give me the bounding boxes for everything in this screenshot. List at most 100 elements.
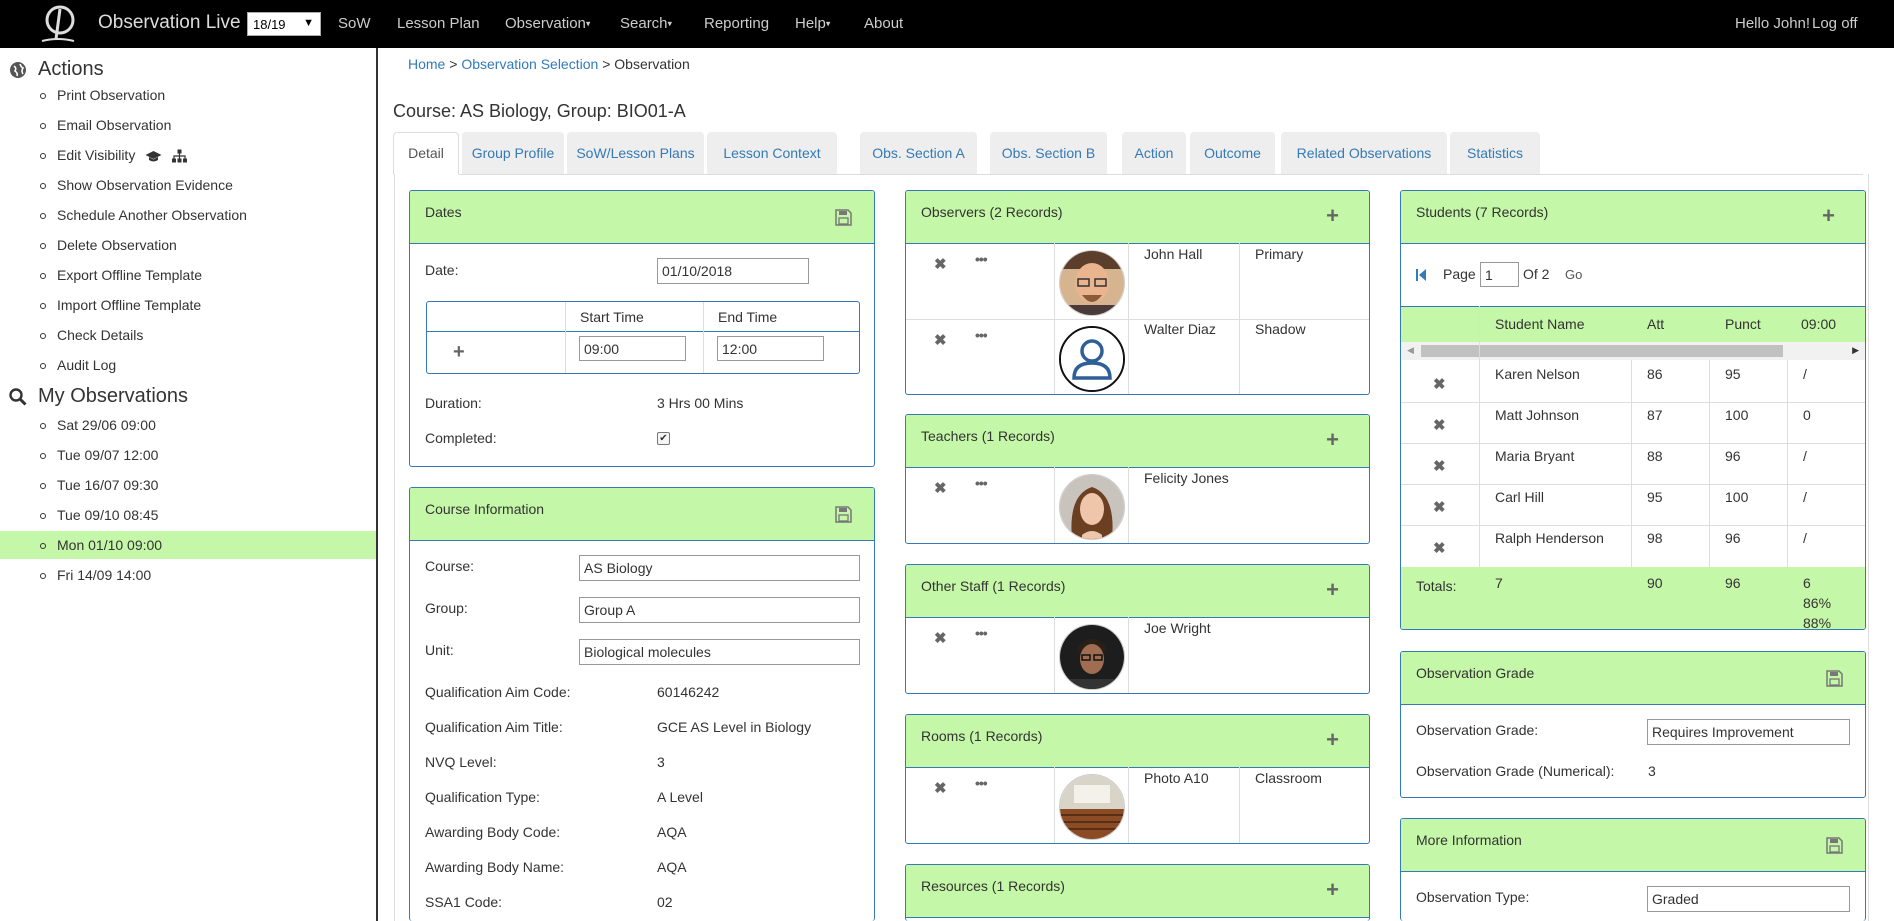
- page-number-input[interactable]: [1480, 262, 1519, 287]
- column-punct[interactable]: Punct: [1725, 316, 1761, 332]
- academic-year-select[interactable]: 18/19 ▼: [247, 12, 321, 36]
- nav-about[interactable]: About: [864, 15, 903, 32]
- student-register-mark[interactable]: 0: [1803, 407, 1811, 423]
- add-student-icon[interactable]: +: [1822, 205, 1835, 227]
- remove-student-icon[interactable]: ✖: [1433, 375, 1446, 393]
- observation-link[interactable]: Tue 09/07 12:00: [0, 441, 376, 469]
- student-name[interactable]: Ralph Henderson: [1495, 530, 1604, 546]
- breadcrumb-observation-selection[interactable]: Observation Selection: [461, 56, 598, 72]
- remove-student-icon[interactable]: ✖: [1433, 498, 1446, 516]
- observation-link-active[interactable]: Mon 01/10 09:00: [0, 531, 376, 559]
- student-att: 95: [1647, 489, 1663, 505]
- action-schedule-another[interactable]: Schedule Another Observation: [0, 201, 376, 229]
- nav-observation-dropdown[interactable]: Observation▾: [505, 15, 590, 32]
- dates-panel: Dates Date: Start Time End Time + Durati…: [409, 190, 875, 467]
- scrollbar-thumb[interactable]: [1421, 345, 1783, 357]
- scroll-right-icon[interactable]: ▶: [1852, 345, 1859, 356]
- go-button[interactable]: Go: [1565, 267, 1582, 282]
- nav-search-dropdown[interactable]: Search▾: [620, 15, 672, 32]
- save-icon[interactable]: [1826, 670, 1843, 687]
- action-import-offline-template[interactable]: Import Offline Template: [0, 291, 376, 319]
- tab-related-observations[interactable]: Related Observations: [1281, 132, 1447, 174]
- unit-input[interactable]: [579, 639, 860, 665]
- logoff-link[interactable]: Log off: [1812, 15, 1858, 32]
- action-export-offline-template[interactable]: Export Offline Template: [0, 261, 376, 289]
- student-register-mark[interactable]: /: [1803, 448, 1807, 464]
- student-register-mark[interactable]: /: [1803, 366, 1807, 382]
- tab-sow-lesson-plans[interactable]: SoW/Lesson Plans: [567, 132, 704, 174]
- app-logo-icon[interactable]: [38, 3, 78, 45]
- tab-statistics[interactable]: Statistics: [1450, 132, 1540, 174]
- action-delete-observation[interactable]: Delete Observation: [0, 231, 376, 259]
- save-icon[interactable]: [835, 506, 852, 523]
- action-email-observation[interactable]: Email Observation: [0, 111, 376, 139]
- start-time-input[interactable]: [579, 336, 686, 361]
- more-options-icon[interactable]: •••: [975, 625, 988, 641]
- observation-link[interactable]: Tue 09/10 08:45: [0, 501, 376, 529]
- column-student-name[interactable]: Student Name: [1495, 316, 1585, 332]
- add-staff-icon[interactable]: +: [1326, 579, 1339, 601]
- add-observer-icon[interactable]: +: [1326, 205, 1339, 227]
- remove-student-icon[interactable]: ✖: [1433, 457, 1446, 475]
- remove-student-icon[interactable]: ✖: [1433, 416, 1446, 434]
- course-input[interactable]: [579, 555, 860, 581]
- remove-icon[interactable]: ✖: [934, 629, 947, 647]
- user-greeting[interactable]: Hello John!: [1735, 15, 1810, 32]
- first-page-icon[interactable]: [1416, 269, 1427, 281]
- student-register-mark[interactable]: /: [1803, 489, 1807, 505]
- column-att[interactable]: Att: [1647, 316, 1664, 332]
- student-name[interactable]: Carl Hill: [1495, 489, 1544, 505]
- action-check-details[interactable]: Check Details: [0, 321, 376, 349]
- completed-checkbox[interactable]: ✔: [657, 432, 670, 445]
- nav-help-dropdown[interactable]: Help▾: [795, 15, 830, 32]
- action-edit-visibility[interactable]: Edit Visibility: [0, 141, 376, 169]
- remove-icon[interactable]: ✖: [934, 255, 947, 273]
- tab-obs-section-b[interactable]: Obs. Section B: [990, 132, 1107, 174]
- nav-sow[interactable]: SoW: [338, 15, 371, 32]
- add-room-icon[interactable]: +: [1326, 729, 1339, 751]
- add-resource-icon[interactable]: +: [1326, 879, 1339, 901]
- more-options-icon[interactable]: •••: [975, 251, 988, 267]
- tab-group-profile[interactable]: Group Profile: [462, 132, 564, 174]
- tab-action[interactable]: Action: [1122, 132, 1186, 174]
- remove-icon[interactable]: ✖: [934, 779, 947, 797]
- tab-detail[interactable]: Detail: [393, 132, 459, 175]
- action-audit-log[interactable]: Audit Log: [0, 351, 376, 379]
- student-register-mark[interactable]: /: [1803, 530, 1807, 546]
- tab-obs-section-a[interactable]: Obs. Section A: [860, 132, 977, 174]
- student-name[interactable]: Karen Nelson: [1495, 366, 1580, 382]
- observation-link[interactable]: Fri 14/09 14:00: [0, 561, 376, 589]
- grade-input[interactable]: [1647, 719, 1850, 745]
- end-time-input[interactable]: [717, 336, 824, 361]
- tab-lesson-context[interactable]: Lesson Context: [707, 132, 837, 174]
- remove-icon[interactable]: ✖: [934, 331, 947, 349]
- group-input[interactable]: [579, 597, 860, 623]
- horizontal-scrollbar[interactable]: ◀ ▶: [1401, 342, 1865, 360]
- nav-lesson-plan[interactable]: Lesson Plan: [397, 15, 480, 32]
- more-options-icon[interactable]: •••: [975, 327, 988, 343]
- date-input[interactable]: [657, 258, 809, 284]
- student-name[interactable]: Maria Bryant: [1495, 448, 1574, 464]
- nav-reporting[interactable]: Reporting: [704, 15, 769, 32]
- save-icon[interactable]: [835, 209, 852, 226]
- column-time[interactable]: 09:00: [1801, 316, 1836, 332]
- observation-type-input[interactable]: [1647, 886, 1850, 912]
- action-show-evidence[interactable]: Show Observation Evidence: [0, 171, 376, 199]
- add-time-icon[interactable]: +: [453, 342, 465, 362]
- remove-icon[interactable]: ✖: [934, 479, 947, 497]
- scroll-left-icon[interactable]: ◀: [1407, 345, 1414, 356]
- breadcrumb-home[interactable]: Home: [408, 56, 445, 72]
- graduation-cap-icon[interactable]: [145, 150, 162, 163]
- save-icon[interactable]: [1826, 837, 1843, 854]
- more-options-icon[interactable]: •••: [975, 775, 988, 791]
- student-name[interactable]: Matt Johnson: [1495, 407, 1579, 423]
- add-teacher-icon[interactable]: +: [1326, 429, 1339, 451]
- hierarchy-icon[interactable]: [172, 149, 188, 163]
- action-print-observation[interactable]: Print Observation: [0, 81, 376, 109]
- observation-link[interactable]: Tue 16/07 09:30: [0, 471, 376, 499]
- app-brand[interactable]: Observation Live: [98, 12, 241, 34]
- tab-outcome[interactable]: Outcome: [1190, 132, 1275, 174]
- observation-link[interactable]: Sat 29/06 09:00: [0, 411, 376, 439]
- more-options-icon[interactable]: •••: [975, 475, 988, 491]
- remove-student-icon[interactable]: ✖: [1433, 539, 1446, 557]
